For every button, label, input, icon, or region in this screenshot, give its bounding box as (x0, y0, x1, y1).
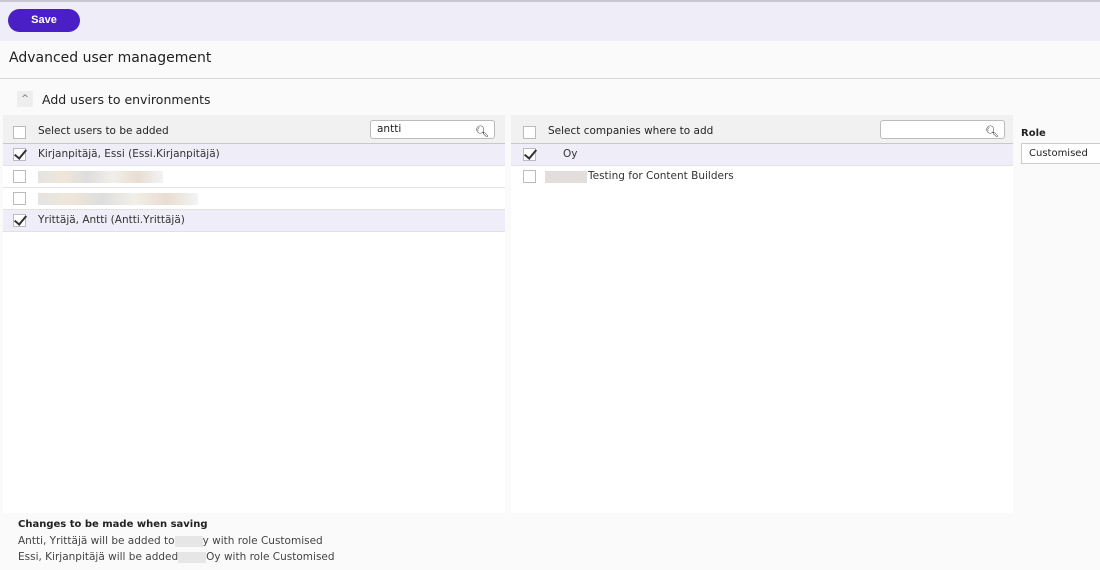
company-label: Testing for Content Builders (588, 170, 734, 182)
change-text: Antti, Yrittäjä will be added to (18, 535, 175, 547)
redacted-company-prefix (545, 171, 587, 183)
search-icon[interactable]: 🔍︎ (475, 123, 489, 140)
change-text: y with role Customised (202, 535, 323, 547)
users-search-value: antti (377, 123, 402, 135)
change-line: Antti, Yrittäjä will be added to y with r… (18, 533, 335, 549)
user-row[interactable] (3, 188, 505, 210)
user-row[interactable]: Yrittäjä, Antti (Antti.Yrittäjä) (3, 210, 505, 232)
section-title: Add users to environments (42, 92, 211, 107)
role-label: Role (1021, 128, 1046, 139)
users-header: Select users to be added antti 🔍︎ (3, 115, 505, 144)
redacted-user-label (38, 171, 163, 183)
company-row[interactable]: Testing for Content Builders (511, 166, 1013, 188)
divider (0, 78, 1100, 79)
page-title: Advanced user management (9, 50, 212, 66)
users-search-input[interactable]: antti 🔍︎ (370, 120, 495, 139)
users-header-label: Select users to be added (38, 125, 169, 137)
search-icon[interactable]: 🔍︎ (985, 123, 999, 140)
companies-header: Select companies where to add 🔍︎ (511, 115, 1013, 144)
user-checkbox[interactable] (13, 192, 26, 205)
change-text: Essi, Kirjanpitäjä will be added (18, 551, 179, 563)
company-checkbox[interactable] (523, 170, 536, 183)
company-label: Oy (563, 148, 578, 160)
user-row[interactable] (3, 166, 505, 188)
user-label: Kirjanpitäjä, Essi (Essi.Kirjanpitäjä) (38, 148, 220, 160)
role-select[interactable]: Customised (1021, 143, 1100, 164)
companies-header-label: Select companies where to add (548, 125, 714, 137)
user-label: Yrittäjä, Antti (Antti.Yrittäjä) (38, 214, 185, 226)
user-checkbox[interactable] (13, 148, 26, 161)
companies-panel: Select companies where to add 🔍︎ Oy Test… (511, 115, 1013, 513)
company-row[interactable]: Oy (511, 144, 1013, 166)
company-checkbox[interactable] (523, 148, 536, 161)
redacted (178, 551, 207, 563)
select-all-users-checkbox[interactable] (13, 126, 26, 139)
redacted-user-label (38, 193, 198, 205)
users-panel: Select users to be added antti 🔍︎ Kirjan… (3, 115, 505, 513)
toolbar: Save (0, 0, 1100, 41)
save-button[interactable]: Save (8, 9, 80, 32)
companies-search-input[interactable]: 🔍︎ (880, 120, 1005, 139)
user-row[interactable]: Kirjanpitäjä, Essi (Essi.Kirjanpitäjä) (3, 144, 505, 166)
changes-summary: Changes to be made when saving Antti, Yr… (18, 517, 335, 565)
user-checkbox[interactable] (13, 170, 26, 183)
collapse-chevron-up-icon[interactable]: ^ (17, 91, 33, 107)
change-text: Oy with role Customised (206, 551, 335, 563)
redacted (174, 535, 203, 547)
change-line: Essi, Kirjanpitäjä will be added Oy with … (18, 549, 335, 565)
changes-title: Changes to be made when saving (18, 519, 208, 530)
user-checkbox[interactable] (13, 214, 26, 227)
select-all-companies-checkbox[interactable] (523, 126, 536, 139)
